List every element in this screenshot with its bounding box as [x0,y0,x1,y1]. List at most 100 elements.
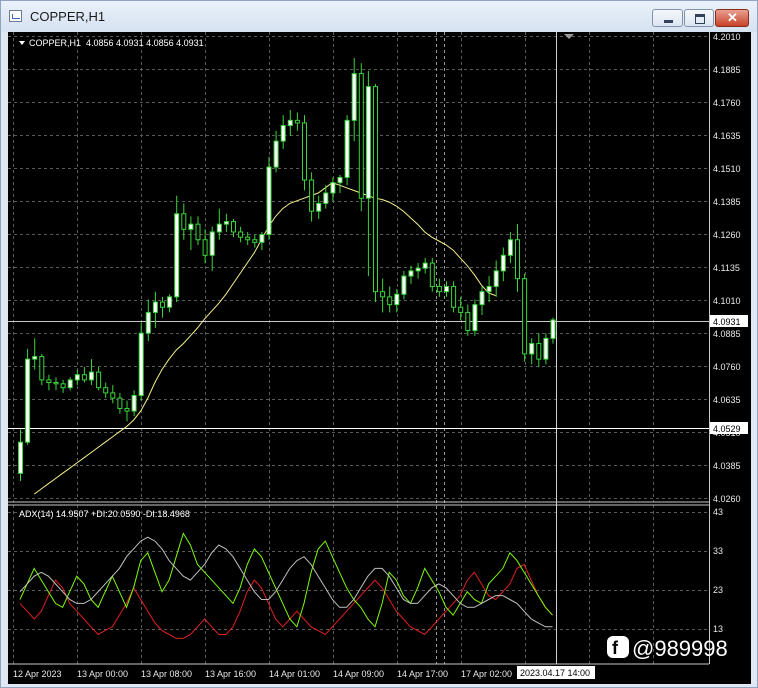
candle-body [543,337,549,360]
candle [522,273,528,362]
candle-body [429,262,435,287]
time-label: 13 Apr 08:00 [141,669,192,679]
candle-body [117,397,123,409]
close-button[interactable] [715,9,749,27]
candle-body [401,275,407,295]
price-tick: 4.0385 [713,461,741,471]
candle-body [145,311,151,334]
chart-window-icon [9,10,22,22]
candle-body [550,319,556,339]
candle [344,115,350,186]
time-label: 14 Apr 09:00 [333,669,384,679]
candle-body [81,374,87,381]
candle-body [394,293,400,306]
candle-body [124,407,130,412]
chart-background [8,32,751,684]
facebook-logo-glyph: f [612,638,619,658]
candle-body [373,86,378,293]
candle-body [195,223,201,241]
candle [358,63,364,212]
candle-body [472,304,478,332]
symbol-info: COPPER,H1 4.0856 4.0931 4.0856 4.0931 [29,38,204,48]
candle-body [344,119,350,178]
candle-body [287,119,293,127]
price-tick: 4.1510 [713,164,741,174]
candle-body [181,213,187,230]
candle-body [245,236,251,241]
candle-body [188,223,194,230]
candle-body [493,270,499,287]
candle-body [309,179,315,212]
candle-body [515,239,520,280]
price-tick: 4.1385 [713,197,741,207]
candle-body [330,182,336,194]
candle-body [60,383,66,389]
price-tick: 4.2010 [713,32,741,42]
candle-body [280,125,286,142]
time-label: 13 Apr 00:00 [77,669,128,679]
candle-body [436,285,442,293]
time-label: 13 Apr 16:00 [205,669,256,679]
candle [429,257,435,292]
candle-body [415,267,421,272]
candle-body [387,296,393,306]
candle-body [202,239,208,256]
candle-body [380,291,386,298]
candle-body [223,221,229,225]
candle-body [152,301,158,313]
candle-body [458,306,464,313]
price-tick: 4.1135 [713,263,740,273]
candle-body [522,278,528,355]
candle-body [408,270,414,277]
candle-body [486,285,492,293]
price-tick: 4.1635 [713,131,741,141]
candle [302,115,307,191]
maximize-button[interactable] [684,9,714,27]
candle-body [110,392,116,399]
time-label: 14 Apr 01:00 [269,669,320,679]
price-tick: 4.1760 [713,98,741,108]
price-chart[interactable]: 4.2010 4.1885 4.1760 4.1635 4.1510 4.138… [8,32,751,684]
candle-body [273,140,279,168]
adx-tick: 23 [713,585,723,595]
candle-body [302,122,307,181]
minimize-button[interactable] [652,9,683,27]
chart-window: COPPER,H1 4.2010 4.1885 4.1760 4.1635 4.… [0,0,758,688]
candle-body [18,441,23,474]
candle-body [174,213,180,298]
candle-body [96,371,102,389]
candle-body [67,379,73,389]
candle-body [451,285,457,308]
candle-body [238,231,244,238]
candle-body [216,223,222,233]
candle [25,348,31,445]
time-label: 12 Apr 2023 [13,669,62,679]
candle-body [252,239,258,243]
title-bar[interactable]: COPPER,H1 [1,1,757,32]
time-label: 17 Apr 02:00 [461,669,512,679]
candle-body [422,262,428,269]
candle [138,322,144,401]
price-tick: 4.0885 [713,329,741,339]
crosshair-time-label: 2023.04.17 14:00 [520,668,590,678]
candle-body [25,358,31,443]
adx-tick: 43 [713,507,723,517]
candle-body [351,73,357,121]
candle-body [89,371,94,381]
candle-body [209,231,215,256]
facebook-logo-icon [607,636,629,658]
candle-body [316,202,322,212]
candle [472,299,478,336]
adx-tick: 13 [713,624,723,634]
candle-body [74,374,80,381]
window-title: COPPER,H1 [30,9,106,24]
candle-body [46,379,52,383]
watermark: f @989998 [607,636,728,661]
watermark-text: @989998 [632,636,728,661]
candle-body [323,192,329,204]
price-tick: 4.1010 [713,296,741,306]
candle-body [32,356,38,360]
candle-body [358,73,364,199]
candle-body [529,343,535,355]
price-tick: 4.1260 [713,230,741,240]
